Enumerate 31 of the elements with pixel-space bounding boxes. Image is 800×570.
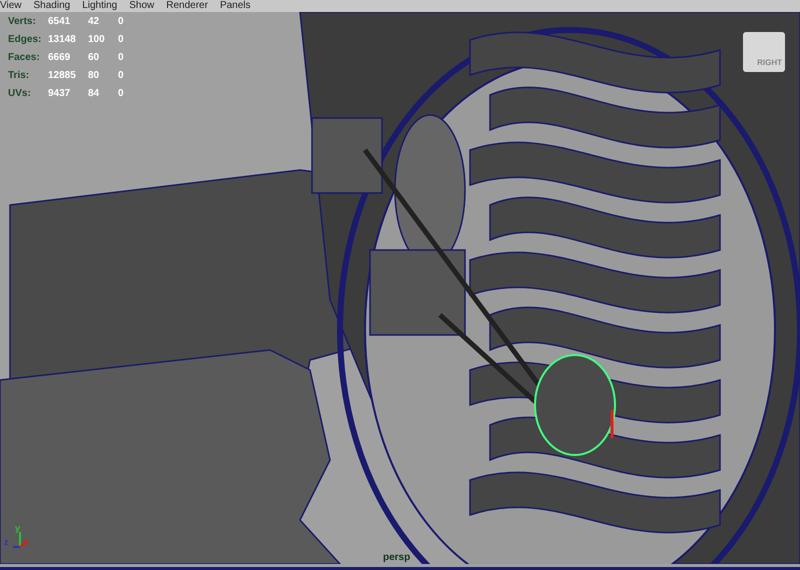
axis-label: x: [24, 536, 30, 549]
stat-value: 84: [88, 87, 100, 101]
axis-lines-icon: [12, 532, 26, 548]
menu-item[interactable]: Renderer: [166, 0, 208, 12]
stat-value: 6669: [48, 51, 72, 65]
stat-value: 0: [118, 15, 125, 29]
menu-item[interactable]: Show: [129, 0, 154, 12]
stat-value: 0: [118, 87, 125, 101]
menu-item[interactable]: Lighting: [82, 0, 118, 12]
axis-label: y: [15, 522, 20, 535]
stat-label: Verts:: [8, 15, 37, 29]
menu-item[interactable]: Panels: [220, 0, 251, 12]
stat-value: 9437: [48, 87, 72, 101]
stat-label: Faces:: [8, 51, 41, 65]
stat-value: 42: [88, 15, 100, 29]
stat-value: 100: [88, 33, 106, 47]
stat-label: Edges:: [8, 33, 42, 47]
stat-value: 12885: [48, 69, 77, 83]
stat-label: Tris:: [8, 69, 30, 83]
stat-value: 0: [118, 51, 125, 65]
menu-item[interactable]: View: [0, 0, 22, 12]
stat-label: UVs:: [8, 87, 32, 101]
camera-label: persp: [383, 550, 410, 565]
stat-value: 0: [118, 33, 125, 47]
axis-label: z: [4, 536, 8, 549]
stat-value: 80: [88, 69, 100, 83]
stat-value: 6541: [48, 15, 72, 29]
menu-item[interactable]: Shading: [34, 0, 70, 12]
stat-value: 13148: [48, 33, 77, 47]
stat-value: 0: [118, 69, 125, 83]
stat-value: 60: [88, 51, 100, 65]
